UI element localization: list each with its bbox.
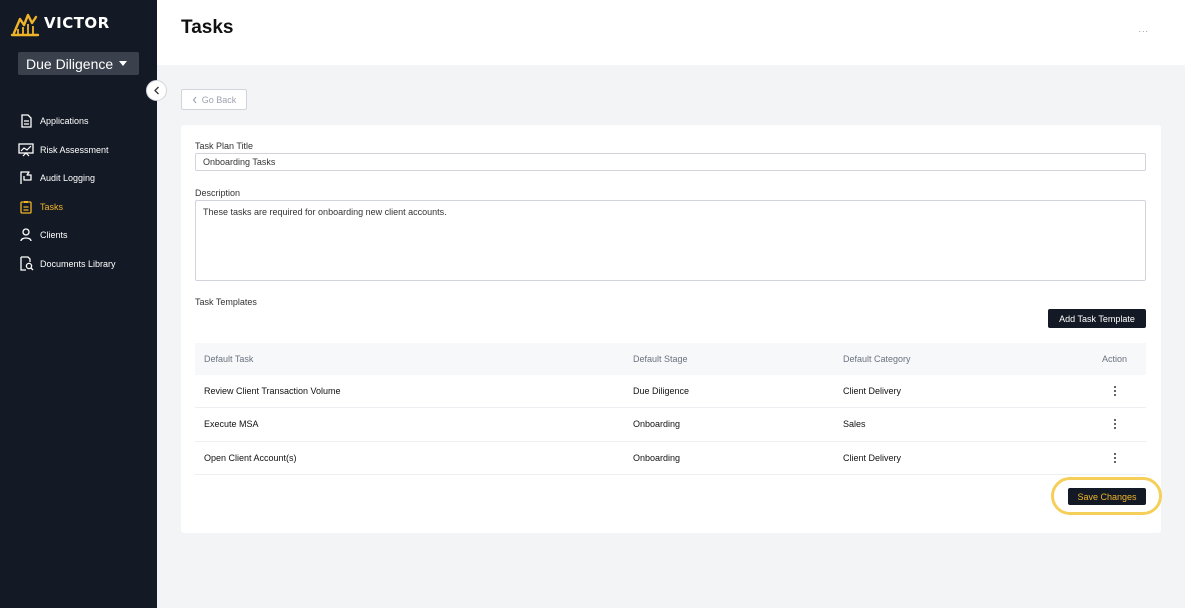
workspace-label: Due Diligence xyxy=(26,55,114,72)
sidebar-item-label: Risk Assessment xyxy=(40,144,109,155)
chart-presentation-icon xyxy=(18,142,34,158)
logo[interactable]: VICTOR xyxy=(10,9,110,37)
page-title: Tasks xyxy=(181,17,234,38)
task-plan-title-input[interactable] xyxy=(195,153,1146,171)
kebab-menu-icon xyxy=(1113,452,1116,463)
sidebar-item-label: Audit Logging xyxy=(40,173,96,184)
sidebar-item-applications[interactable]: Applications xyxy=(18,107,153,136)
kebab-menu-icon xyxy=(1113,419,1116,430)
kebab-menu-icon xyxy=(1113,386,1116,397)
column-header-default-stage: Default Stage xyxy=(633,354,688,364)
sidebar-item-label: Applications xyxy=(40,116,89,127)
collapse-sidebar-button[interactable] xyxy=(146,80,167,101)
table-row: Open Client Account(s) Onboarding Client… xyxy=(195,442,1146,475)
cell-default-stage: Onboarding xyxy=(633,452,681,463)
page-header: Tasks ... xyxy=(157,0,1185,65)
table-header: Default Task Default Stage Default Categ… xyxy=(195,343,1146,375)
more-options-button[interactable]: ... xyxy=(1138,24,1149,34)
sidebar-item-tasks[interactable]: Tasks xyxy=(18,193,153,222)
caret-down-icon xyxy=(119,61,128,66)
cell-default-category: Sales xyxy=(843,419,866,430)
go-back-label: Go Back xyxy=(201,94,237,105)
cell-default-task: Open Client Account(s) xyxy=(204,452,297,463)
table-row: Execute MSA Onboarding Sales xyxy=(195,408,1146,442)
flag-icon xyxy=(18,170,34,186)
save-changes-button[interactable]: Save Changes xyxy=(1068,488,1146,505)
task-plan-card: Task Plan Title Description These tasks … xyxy=(181,125,1162,533)
chevron-left-icon xyxy=(192,96,197,103)
document-icon xyxy=(18,113,34,129)
sidebar-item-audit-logging[interactable]: Audit Logging xyxy=(18,164,153,193)
cell-default-stage: Onboarding xyxy=(633,419,681,430)
column-header-action: Action xyxy=(1101,354,1127,364)
table-row: Review Client Transaction Volume Due Dil… xyxy=(195,375,1146,409)
cell-default-stage: Due Diligence xyxy=(633,386,690,397)
sidebar-item-risk-assessment[interactable]: Risk Assessment xyxy=(18,136,153,165)
sidebar: VICTOR Due Diligence Applications Risk A… xyxy=(0,0,157,608)
cell-default-category: Client Delivery xyxy=(843,386,902,397)
task-plan-title-label: Task Plan Title xyxy=(195,141,254,151)
workspace-selector[interactable]: Due Diligence xyxy=(18,52,139,75)
sidebar-nav: Applications Risk Assessment Audit Loggi… xyxy=(18,107,153,278)
task-templates-table: Default Task Default Stage Default Categ… xyxy=(195,343,1146,475)
sidebar-item-label: Documents Library xyxy=(40,258,116,269)
sidebar-item-label: Tasks xyxy=(40,201,64,212)
task-templates-label: Task Templates xyxy=(195,297,257,307)
add-task-template-button[interactable]: Add Task Template xyxy=(1048,309,1146,328)
row-actions-button[interactable] xyxy=(1083,452,1146,463)
sidebar-item-clients[interactable]: Clients xyxy=(18,221,153,250)
logo-text: VICTOR xyxy=(44,14,110,32)
cell-default-task: Execute MSA xyxy=(204,419,259,430)
go-back-button[interactable]: Go Back xyxy=(181,89,247,110)
chevron-left-icon xyxy=(153,86,159,95)
cell-default-category: Client Delivery xyxy=(843,452,902,463)
row-actions-button[interactable] xyxy=(1083,386,1146,397)
user-icon xyxy=(18,227,34,243)
sidebar-item-documents-library[interactable]: Documents Library xyxy=(18,250,153,279)
cell-default-task: Review Client Transaction Volume xyxy=(204,386,341,397)
column-header-default-task: Default Task xyxy=(204,354,254,364)
column-header-default-category: Default Category xyxy=(843,354,911,364)
document-search-icon xyxy=(18,256,34,272)
description-label: Description xyxy=(195,188,241,198)
clipboard-icon xyxy=(18,199,34,215)
row-actions-button[interactable] xyxy=(1083,419,1146,430)
description-textarea[interactable]: These tasks are required for onboarding … xyxy=(195,200,1146,281)
victor-logo-icon xyxy=(10,13,40,37)
sidebar-item-label: Clients xyxy=(40,230,68,241)
